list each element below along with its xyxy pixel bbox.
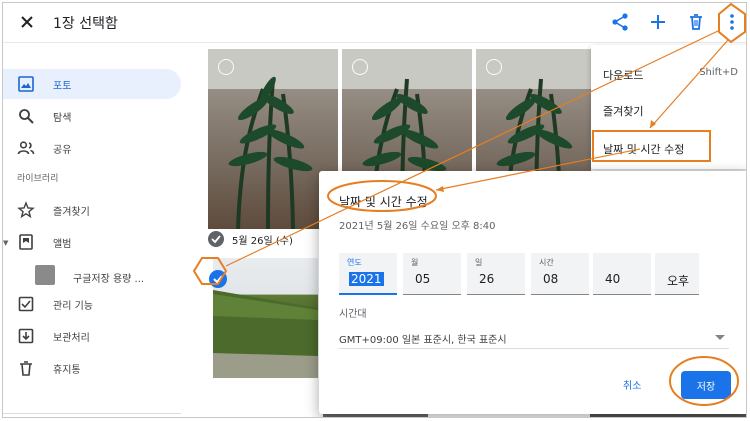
year-field[interactable]: 연도 2021 [339, 253, 397, 295]
field-value[interactable]: 40 [605, 272, 620, 286]
sidebar-item-label: 앨범 [53, 239, 72, 250]
app-window: 1장 선택함 포토 탐색 공유 라이브러리 즐겨찾기 ▼ 앨범 구글저장 용량 … [2, 2, 747, 418]
selection-count: 1장 선택함 [53, 16, 118, 32]
archive-icon [18, 328, 34, 344]
field-label: 연도 [347, 258, 362, 267]
add-icon[interactable] [647, 11, 669, 33]
sidebar-item-label: 탐색 [53, 113, 72, 124]
utilities-icon [18, 296, 34, 312]
save-button[interactable]: 저장 [681, 371, 731, 399]
star-icon [17, 201, 35, 219]
day-field[interactable]: 일 26 [467, 253, 525, 295]
album-icon [19, 234, 33, 250]
dropdown-arrow-icon [715, 335, 725, 340]
share-icon[interactable] [609, 11, 631, 33]
hedge-photo [213, 290, 318, 378]
sidebar-item-label: 포토 [53, 81, 72, 92]
sidebar-item-label: 휴지통 [53, 365, 81, 376]
field-value[interactable]: 05 [415, 272, 430, 286]
dialog-current-datetime: 2021년 5월 26일 수요일 오후 8:40 [339, 221, 496, 232]
timezone-value: GMT+09:00 일본 표준시, 한국 표준시 [339, 335, 507, 346]
sidebar-item-explore[interactable]: 탐색 [3, 101, 181, 131]
field-value[interactable]: 2021 [349, 272, 384, 286]
dialog-title: 날짜 및 시간 수정 [339, 195, 428, 209]
sidebar-item-label: 보관처리 [53, 333, 90, 344]
menu-item-favorite[interactable]: 즐겨찾기 [603, 103, 643, 119]
more-vert-icon[interactable] [721, 11, 743, 33]
sidebar-item-photos[interactable]: 포토 [3, 69, 181, 99]
timezone-select[interactable]: GMT+09:00 일본 표준시, 한국 표준시 [339, 321, 729, 349]
sidebar-item-albums[interactable]: 앨범 [3, 227, 181, 257]
sidebar-item-archive[interactable]: 보관처리 [3, 321, 181, 351]
select-circle[interactable] [218, 59, 234, 75]
search-icon [19, 109, 34, 124]
sidebar-item-label: 즐겨찾기 [53, 207, 90, 218]
select-circle[interactable] [486, 59, 502, 75]
sidebar-item-utilities[interactable]: 관리 기능 [3, 289, 181, 319]
album-thumbnail [35, 265, 55, 285]
selected-check-icon[interactable] [209, 270, 227, 288]
date-group-header[interactable]: 5월 26일 (수) [208, 231, 293, 247]
ampm-field[interactable]: 오후 [655, 253, 699, 295]
field-value[interactable]: 08 [543, 272, 558, 286]
photo-thumbnail-selected[interactable] [213, 258, 318, 378]
month-field[interactable]: 월 05 [403, 253, 461, 295]
check-circle-icon[interactable] [208, 231, 224, 247]
more-options-menu: 다운로드 Shift+D 즐겨찾기 날짜 및 시간 수정 [591, 45, 746, 169]
field-value[interactable]: 오후 [667, 272, 689, 289]
field-label: 시간 [539, 258, 554, 267]
hour-field[interactable]: 시간 08 [531, 253, 589, 295]
people-icon [17, 141, 35, 155]
library-section-label: 라이브러리 [17, 174, 59, 184]
field-label: 일 [475, 258, 483, 267]
edit-date-time-dialog: 날짜 및 시간 수정 2021년 5월 26일 수요일 오후 8:40 연도 2… [319, 171, 746, 414]
field-label: 월 [411, 258, 419, 267]
sidebar-item-sharing[interactable]: 공유 [3, 133, 181, 163]
sidebar-item-favorites[interactable]: 즐겨찾기 [3, 195, 181, 225]
sidebar: 포토 탐색 공유 라이브러리 즐겨찾기 ▼ 앨범 구글저장 용량 ... 관리 … [3, 43, 203, 417]
sidebar-item-label: 관리 기능 [53, 301, 93, 312]
sidebar-item-trash[interactable]: 휴지통 [3, 353, 181, 383]
selection-toolbar: 1장 선택함 [3, 3, 746, 43]
minute-field[interactable]: 40 [593, 253, 651, 295]
delete-icon[interactable] [685, 11, 707, 33]
sidebar-item-label: 구글저장 용량 ... [73, 274, 145, 285]
select-circle[interactable] [352, 59, 368, 75]
date-group-label: 5월 26일 (수) [232, 235, 293, 247]
trash-icon [20, 361, 32, 376]
menu-shortcut: Shift+D [699, 67, 738, 78]
cancel-button[interactable]: 취소 [623, 377, 641, 392]
field-value[interactable]: 26 [479, 272, 494, 286]
menu-item-download[interactable]: 다운로드 [603, 67, 643, 83]
photo-icon [18, 76, 34, 92]
close-icon[interactable] [17, 12, 37, 32]
sidebar-divider [3, 413, 181, 414]
sidebar-item-label: 공유 [53, 145, 72, 156]
timezone-label: 시간대 [339, 309, 367, 320]
menu-item-edit-date-time[interactable]: 날짜 및 시간 수정 [603, 141, 684, 157]
